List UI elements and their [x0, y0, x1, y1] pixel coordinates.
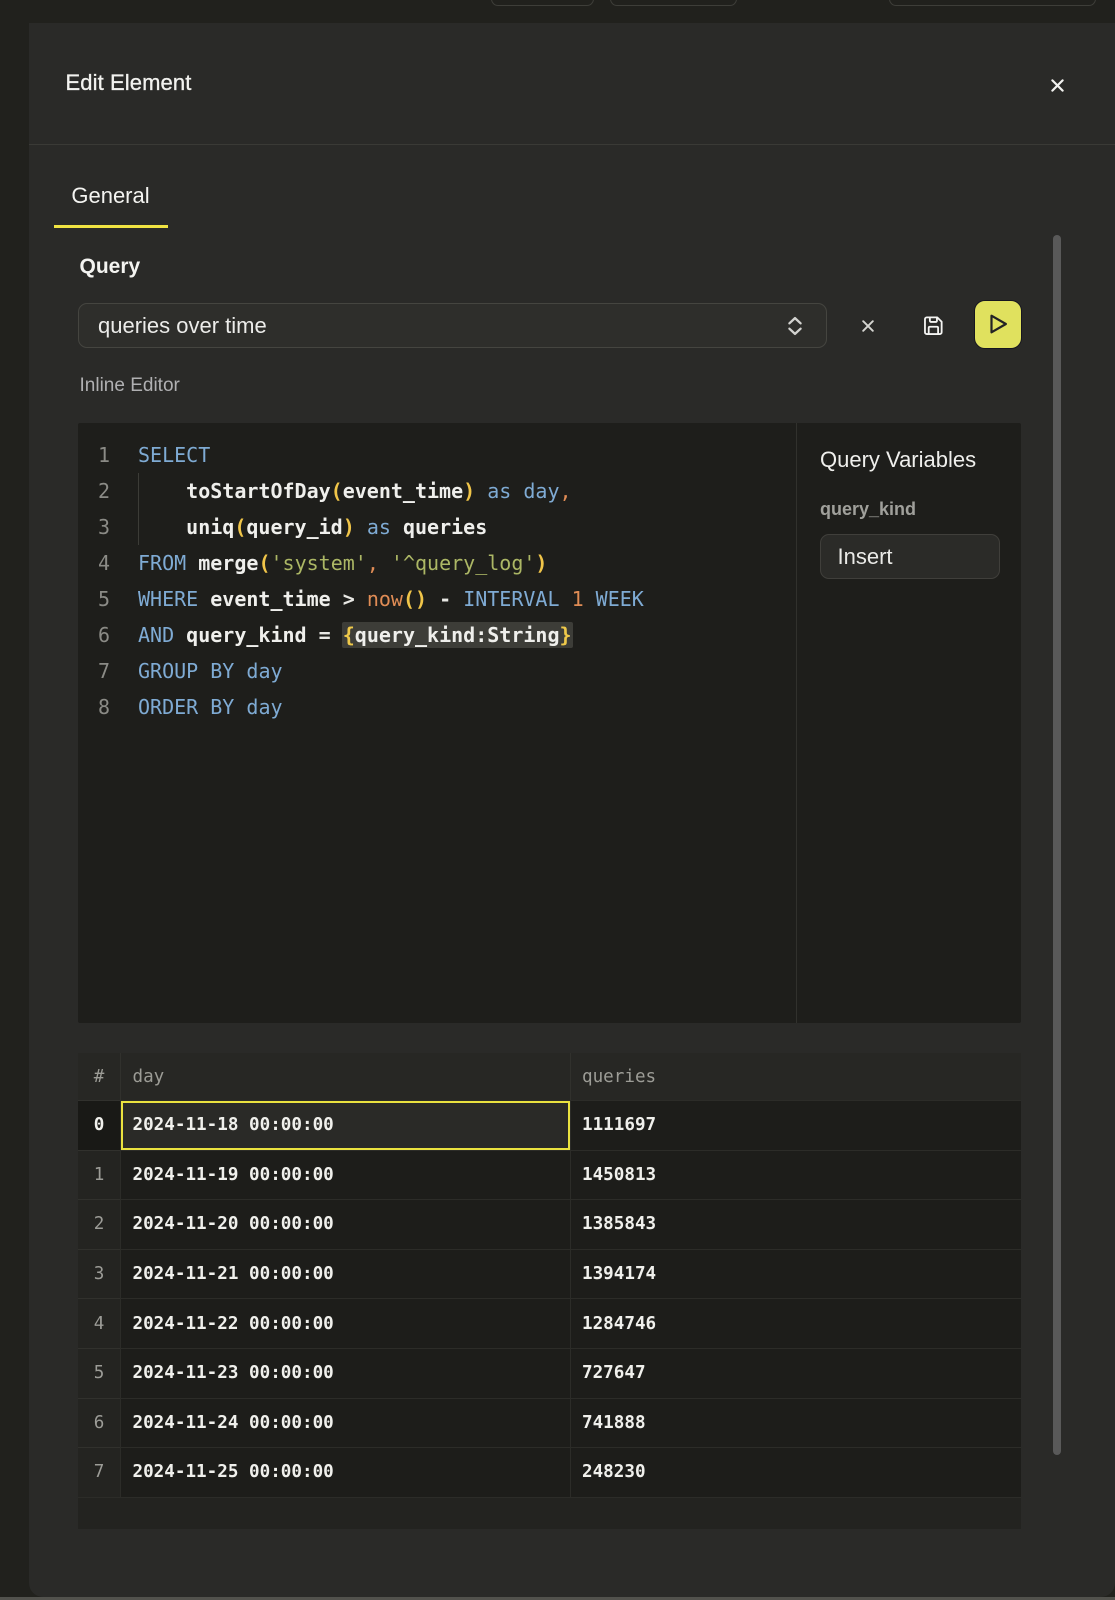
code-text: GROUP BY day — [110, 653, 283, 689]
code-line: 6AND query_kind = {query_kind:String} — [78, 617, 796, 653]
code-text: AND query_kind = {query_kind:String} — [110, 617, 572, 653]
sql-editor[interactable]: 1SELECT2 toStartOfDay(event_time) as day… — [78, 423, 1021, 1023]
code-text: toStartOfDay(event_time) as day, — [110, 473, 572, 509]
code-text: SELECT — [110, 437, 210, 473]
insert-button-label: Insert — [838, 544, 893, 570]
table-row[interactable]: 02024-11-18 00:00:001111697 — [78, 1100, 1021, 1150]
code-text: FROM merge('system', '^query_log') — [110, 545, 547, 581]
table-row[interactable]: 62024-11-24 00:00:00741888 — [78, 1398, 1021, 1448]
background-control-3 — [889, 0, 1096, 6]
table-row[interactable]: 52024-11-23 00:00:00727647 — [78, 1348, 1021, 1398]
code-line: 3 uniq(query_id) as queries — [78, 509, 796, 545]
clear-query-button[interactable] — [856, 314, 880, 338]
line-number: 7 — [78, 653, 110, 689]
dialog-header: Edit Element — [29, 23, 1115, 145]
day-cell[interactable]: 2024-11-20 00:00:00 — [120, 1199, 570, 1249]
queries-cell[interactable]: 1284746 — [570, 1298, 1021, 1348]
close-icon — [1051, 79, 1064, 92]
background-control-2 — [610, 0, 737, 6]
line-number: 2 — [78, 473, 110, 509]
table-row[interactable]: 12024-11-19 00:00:001450813 — [78, 1150, 1021, 1200]
row-index-cell: 5 — [78, 1348, 120, 1398]
line-number: 6 — [78, 617, 110, 653]
row-index-cell: 3 — [78, 1249, 120, 1299]
x-icon — [862, 320, 874, 332]
line-number: 5 — [78, 581, 110, 617]
row-index-cell: 4 — [78, 1298, 120, 1348]
query-section-label: Query — [80, 255, 141, 279]
table-row[interactable]: 72024-11-25 00:00:00248230 — [78, 1447, 1021, 1497]
close-button[interactable] — [1043, 71, 1071, 99]
insert-variable-button[interactable]: Insert — [820, 534, 1000, 579]
code-line: 1SELECT — [78, 437, 796, 473]
dialog-title: Edit Element — [66, 70, 192, 96]
queries-cell[interactable]: 1450813 — [570, 1150, 1021, 1200]
query-select-value: queries over time — [98, 313, 267, 339]
table-row[interactable]: 42024-11-22 00:00:001284746 — [78, 1298, 1021, 1348]
queries-cell[interactable]: 741888 — [570, 1398, 1021, 1448]
play-icon — [985, 311, 1011, 337]
queries-cell[interactable]: 248230 — [570, 1447, 1021, 1497]
line-number: 8 — [78, 689, 110, 725]
edit-element-dialog: Edit Element General Query queries over … — [29, 23, 1115, 1597]
code-line: 8ORDER BY day — [78, 689, 796, 725]
day-cell[interactable]: 2024-11-22 00:00:00 — [120, 1298, 570, 1348]
code-line: 2 toStartOfDay(event_time) as day, — [78, 473, 796, 509]
code-text: uniq(query_id) as queries — [110, 509, 487, 545]
row-index-cell: 2 — [78, 1199, 120, 1249]
inline-editor-label: Inline Editor — [80, 375, 180, 397]
query-variables-title: Query Variables — [820, 447, 976, 473]
vertical-scrollbar-thumb[interactable] — [1053, 235, 1062, 1455]
chevron-up-down-icon — [787, 314, 803, 338]
code-text: ORDER BY day — [110, 689, 283, 725]
table-row[interactable]: 32024-11-21 00:00:001394174 — [78, 1249, 1021, 1299]
day-cell[interactable]: 2024-11-21 00:00:00 — [120, 1249, 570, 1299]
col-header-queries: queries — [570, 1053, 1021, 1100]
code-text: WHERE event_time > now() - INTERVAL 1 WE… — [110, 581, 644, 617]
row-index-cell: 7 — [78, 1447, 120, 1497]
day-cell[interactable]: 2024-11-25 00:00:00 — [120, 1447, 570, 1497]
query-variables-panel: Query Variables query_kind Insert — [797, 423, 1021, 1023]
floppy-disk-icon — [922, 314, 945, 337]
queries-cell[interactable]: 1385843 — [570, 1199, 1021, 1249]
col-header-index: # — [78, 1053, 120, 1100]
tab-general[interactable]: General — [54, 181, 168, 228]
col-header-day: day — [120, 1053, 570, 1100]
save-query-button[interactable] — [921, 314, 945, 338]
code-area[interactable]: 1SELECT2 toStartOfDay(event_time) as day… — [78, 437, 796, 725]
row-index-cell: 1 — [78, 1150, 120, 1200]
day-cell[interactable]: 2024-11-18 00:00:00 — [120, 1100, 570, 1150]
day-cell[interactable]: 2024-11-19 00:00:00 — [120, 1150, 570, 1200]
results-body: 02024-11-18 00:00:00111169712024-11-19 0… — [78, 1100, 1021, 1497]
queries-cell[interactable]: 727647 — [570, 1348, 1021, 1398]
chevron-up-down-icon — [787, 314, 803, 338]
queries-cell[interactable]: 1394174 — [570, 1249, 1021, 1299]
queries-cell[interactable]: 1111697 — [570, 1100, 1021, 1150]
query-select[interactable]: queries over time — [78, 303, 827, 348]
results-footer-strip — [78, 1497, 1021, 1529]
row-index-cell: 0 — [78, 1100, 120, 1150]
day-cell[interactable]: 2024-11-23 00:00:00 — [120, 1348, 570, 1398]
line-number: 1 — [78, 437, 110, 473]
background-control-1 — [491, 0, 594, 6]
results-table: # day queries 02024-11-18 00:00:00111169… — [78, 1053, 1021, 1529]
code-line: 5WHERE event_time > now() - INTERVAL 1 W… — [78, 581, 796, 617]
row-index-cell: 6 — [78, 1398, 120, 1448]
query-parameter-token: {query_kind:String} — [342, 622, 573, 648]
table-row[interactable]: 22024-11-20 00:00:001385843 — [78, 1199, 1021, 1249]
day-cell[interactable]: 2024-11-24 00:00:00 — [120, 1398, 570, 1448]
results-header-row: # day queries — [78, 1053, 1021, 1100]
run-query-button[interactable] — [974, 300, 1022, 349]
line-number: 4 — [78, 545, 110, 581]
query-variable-name: query_kind — [820, 499, 916, 520]
code-line: 4FROM merge('system', '^query_log') — [78, 545, 796, 581]
indent-guide — [138, 473, 139, 545]
code-line: 7GROUP BY day — [78, 653, 796, 689]
line-number: 3 — [78, 509, 110, 545]
